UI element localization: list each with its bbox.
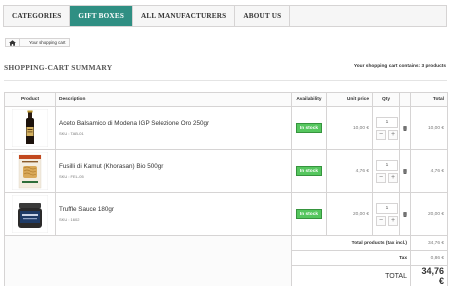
product-description-cell: Fusilli di Kamut (Khorasan) Bio 500gr SK… (55, 149, 292, 193)
delete-button[interactable] (403, 125, 407, 132)
product-image-pasta-bag[interactable] (12, 152, 48, 190)
product-description-cell: Aceto Balsamico di Modena IGP Selezione … (55, 106, 292, 150)
delete-cell (399, 192, 411, 236)
header-description: Description (55, 92, 292, 107)
availability-cell: In stock (291, 149, 327, 193)
page-title: SHOPPING-CART SUMMARY (4, 63, 113, 72)
line-total: 4,76 € (410, 149, 448, 193)
unit-price: 4,76 € (326, 149, 373, 193)
cart-count-text: Your shopping cart contains: 3 products (353, 64, 446, 69)
product-sku: SKU : TAB-01 (59, 131, 84, 136)
breadcrumb-current: Your shopping cart (25, 38, 71, 47)
plus-icon: + (390, 174, 396, 181)
product-image-cell (4, 106, 56, 150)
grand-total-value: 34,76 € (410, 265, 448, 286)
qty-cell: 1 − + (372, 192, 400, 236)
unit-price: 10,00 € (326, 106, 373, 150)
product-image-cell (4, 192, 56, 236)
header-unit-price: Unit price (326, 92, 373, 107)
home-icon (9, 39, 16, 46)
table-row: Fusilli di Kamut (Khorasan) Bio 500gr SK… (4, 149, 448, 193)
menu-categories[interactable]: CATEGORIES (4, 6, 71, 26)
menu-gift-boxes[interactable]: GIFT BOXES (70, 6, 134, 26)
cart-table: Product Description Availability Unit pr… (4, 92, 448, 286)
divider (4, 80, 447, 81)
line-total: 20,00 € (410, 192, 448, 236)
quantity-increase-button[interactable]: + (388, 215, 398, 226)
header-delete (399, 92, 411, 107)
plus-icon: + (390, 131, 396, 138)
quantity-decrease-button[interactable]: − (376, 129, 386, 140)
header-availability: Availability (291, 92, 327, 107)
qty-cell: 1 − + (372, 149, 400, 193)
minus-icon: − (378, 131, 384, 138)
totals-row-products: Total products (tax incl.) 34,76 € (4, 235, 448, 286)
header-product: Product (4, 92, 56, 107)
status-badge: In stock (295, 166, 323, 176)
qty-cell: 1 − + (372, 106, 400, 150)
table-row: Aceto Balsamico di Modena IGP Selezione … (4, 106, 448, 150)
grand-total-label: TOTAL (291, 265, 411, 286)
tax-value: 0,86 € (410, 250, 448, 266)
quantity-input[interactable]: 1 (376, 202, 398, 214)
status-badge: In stock (295, 209, 323, 219)
trash-icon (403, 168, 407, 174)
breadcrumb-home[interactable] (5, 38, 20, 47)
availability-cell: In stock (291, 192, 327, 236)
total-products-value: 34,76 € (410, 235, 448, 251)
quantity-increase-button[interactable]: + (388, 172, 398, 183)
product-sku: SKU : FEL-05 (59, 174, 84, 179)
quantity-increase-button[interactable]: + (388, 129, 398, 140)
delete-cell (399, 106, 411, 150)
product-image-sauce-jar[interactable] (12, 195, 48, 233)
line-total: 10,00 € (410, 106, 448, 150)
minus-icon: − (378, 217, 384, 224)
product-name-link[interactable]: Fusilli di Kamut (Khorasan) Bio 500gr (59, 163, 288, 170)
trash-icon (403, 211, 407, 217)
product-sku: SKU : 1602 (59, 217, 80, 222)
unit-price: 20,00 € (326, 192, 373, 236)
product-image-vinegar-bottle[interactable] (12, 109, 48, 147)
table-row: Truffle Sauce 180gr SKU : 1602 In stock … (4, 192, 448, 236)
plus-icon: + (390, 217, 396, 224)
product-description-cell: Truffle Sauce 180gr SKU : 1602 (55, 192, 292, 236)
quantity-input[interactable]: 1 (376, 116, 398, 128)
quantity-decrease-button[interactable]: − (376, 172, 386, 183)
product-name-link[interactable]: Truffle Sauce 180gr (59, 206, 288, 213)
menu-about-us[interactable]: ABOUT US (235, 6, 291, 26)
total-products-label: Total products (tax incl.) (291, 235, 411, 251)
delete-cell (399, 149, 411, 193)
menu-all-manufacturers[interactable]: ALL MANUFACTURERS (133, 6, 236, 26)
totals-spacer (4, 235, 292, 286)
delete-button[interactable] (403, 168, 407, 175)
product-name-link[interactable]: Aceto Balsamico di Modena IGP Selezione … (59, 120, 288, 127)
availability-cell: In stock (291, 106, 327, 150)
header-qty: Qty (372, 92, 400, 107)
product-image-cell (4, 149, 56, 193)
trash-icon (403, 125, 407, 131)
breadcrumb: Your shopping cart (5, 38, 71, 47)
status-badge: In stock (295, 123, 323, 133)
table-header-row: Product Description Availability Unit pr… (4, 92, 448, 107)
delete-button[interactable] (403, 211, 407, 218)
quantity-input[interactable]: 1 (376, 159, 398, 171)
top-menu: CATEGORIES GIFT BOXES ALL MANUFACTURERS … (3, 5, 447, 27)
minus-icon: − (378, 174, 384, 181)
tax-label: Tax (291, 250, 411, 266)
quantity-decrease-button[interactable]: − (376, 215, 386, 226)
header-total: Total (410, 92, 448, 107)
